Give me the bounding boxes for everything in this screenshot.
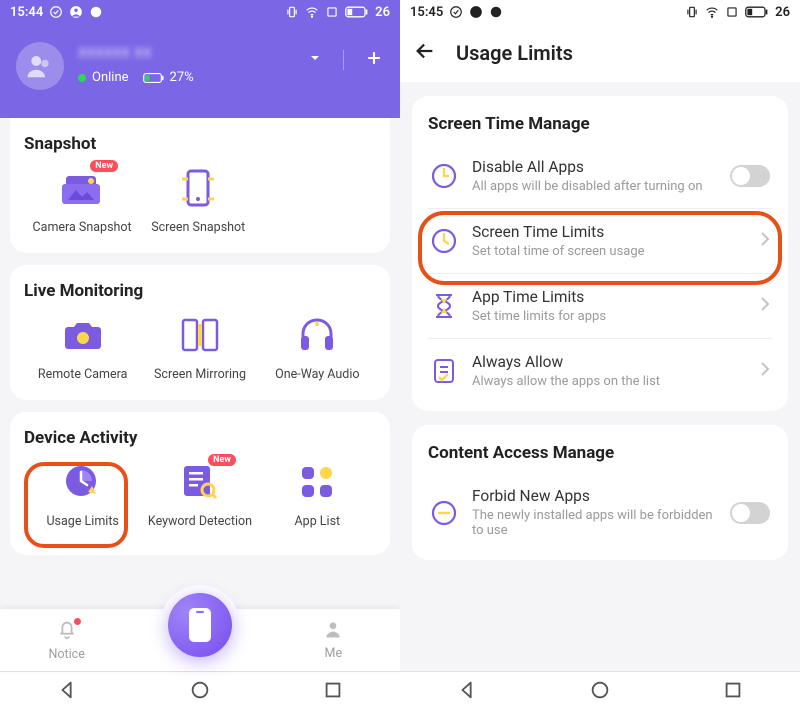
check-circle-icon xyxy=(49,5,63,19)
content-access-heading: Content Access Manage xyxy=(428,443,772,463)
globe-icon xyxy=(489,5,503,19)
android-nav xyxy=(400,671,800,711)
device-info: xxxxxx xx Online 27% xyxy=(78,42,293,85)
vibrate-icon xyxy=(285,5,299,19)
chevron-right-icon xyxy=(760,361,770,381)
tab-notice[interactable]: Notice xyxy=(0,619,133,662)
settings-scroll[interactable]: Screen Time Manage Disable All AppsAll a… xyxy=(400,82,800,671)
device-activity-card: Device Activity Usage Limits New Keyword… xyxy=(10,412,390,555)
screen-mirroring-button[interactable]: Screen Mirroring xyxy=(141,313,258,382)
phone-icon xyxy=(187,606,213,644)
chevron-right-icon xyxy=(760,231,770,251)
back-button[interactable] xyxy=(456,679,478,705)
sim-icon xyxy=(325,5,339,19)
headphones-icon xyxy=(299,318,335,352)
mirroring-icon xyxy=(181,318,219,352)
notification-dot-icon xyxy=(74,618,81,625)
status-right: 26 xyxy=(685,5,790,20)
battery-icon xyxy=(745,5,769,19)
globe-icon xyxy=(89,5,103,19)
snapshot-heading: Snapshot xyxy=(24,134,376,154)
usage-limits-button[interactable]: Usage Limits xyxy=(24,460,141,529)
camera-snapshot-icon xyxy=(62,170,102,206)
back-arrow-button[interactable] xyxy=(414,40,436,66)
status-battery: 26 xyxy=(775,5,790,20)
home-button[interactable] xyxy=(589,679,611,705)
dropdown-button[interactable] xyxy=(307,50,323,70)
check-circle-icon xyxy=(449,5,463,19)
battery-icon xyxy=(345,5,369,19)
page-header: Usage Limits xyxy=(400,24,800,82)
screen-time-limits-row[interactable]: Screen Time LimitsSet total time of scre… xyxy=(428,208,772,273)
page-title: Usage Limits xyxy=(456,41,573,65)
live-monitoring-card: Live Monitoring Remote Camera Screen Mir… xyxy=(10,265,390,400)
app-list-icon xyxy=(300,465,334,499)
device-name: xxxxxx xx xyxy=(78,42,293,62)
status-battery: 26 xyxy=(375,5,390,20)
forbid-icon xyxy=(430,499,458,527)
device-battery: 27% xyxy=(143,70,194,85)
app-time-limits-row[interactable]: App Time LimitsSet time limits for apps xyxy=(428,273,772,338)
disable-all-apps-row[interactable]: Disable All AppsAll apps will be disable… xyxy=(428,144,772,208)
app-list-button[interactable]: App List xyxy=(259,460,376,529)
recent-button[interactable] xyxy=(322,679,344,705)
forbid-apps-toggle[interactable] xyxy=(730,502,770,524)
device-header: xxxxxx xx Online 27% xyxy=(0,24,400,118)
allow-list-icon xyxy=(430,357,458,385)
header-actions xyxy=(307,42,384,72)
snapshot-card: Snapshot New Camera Snapshot Screen Snap… xyxy=(10,118,390,253)
android-nav xyxy=(0,671,400,711)
home-button[interactable] xyxy=(189,679,211,705)
online-status: Online xyxy=(92,70,129,85)
back-button[interactable] xyxy=(56,679,78,705)
live-heading: Live Monitoring xyxy=(24,281,376,301)
device-fab[interactable] xyxy=(168,593,232,657)
tab-me[interactable]: Me xyxy=(267,620,400,661)
status-time: 15:45 xyxy=(410,5,443,20)
content-access-section: Content Access Manage Forbid New AppsThe… xyxy=(412,425,788,560)
clock-limit-icon xyxy=(430,227,458,255)
tab-bar: Notice Device Me xyxy=(0,609,400,671)
add-button[interactable] xyxy=(364,48,384,72)
activity-heading: Device Activity xyxy=(24,428,376,448)
forbid-new-apps-row[interactable]: Forbid New AppsThe newly installed apps … xyxy=(428,473,772,552)
user-circle-icon xyxy=(469,5,483,19)
clock-disable-icon xyxy=(430,162,458,190)
screen-snapshot-icon xyxy=(182,169,214,207)
screen-snapshot-button[interactable]: Screen Snapshot xyxy=(140,166,256,235)
keyword-detection-button[interactable]: New Keyword Detection xyxy=(141,460,258,529)
person-icon xyxy=(323,620,343,640)
keyword-icon xyxy=(182,464,218,500)
new-badge: New xyxy=(208,454,236,466)
user-circle-icon xyxy=(69,5,83,19)
sim-icon xyxy=(725,5,739,19)
camera-snapshot-button[interactable]: New Camera Snapshot xyxy=(24,166,140,235)
screen-time-section: Screen Time Manage Disable All AppsAll a… xyxy=(412,96,788,411)
chevron-right-icon xyxy=(760,296,770,316)
right-screen: 15:45 26 Usage Limits Screen Time Manage… xyxy=(400,0,800,711)
vibrate-icon xyxy=(685,5,699,19)
status-right: 26 xyxy=(285,5,390,20)
remote-camera-button[interactable]: Remote Camera xyxy=(24,313,141,382)
usage-limits-icon xyxy=(64,464,102,500)
avatar[interactable] xyxy=(16,42,64,90)
status-bar: 15:45 26 xyxy=(400,0,800,24)
camera-icon xyxy=(64,319,102,351)
disable-apps-toggle[interactable] xyxy=(730,165,770,187)
online-dot-icon xyxy=(78,74,86,82)
always-allow-row[interactable]: Always AllowAlways allow the apps on the… xyxy=(428,338,772,403)
wifi-icon xyxy=(305,5,319,19)
recent-button[interactable] xyxy=(722,679,744,705)
wifi-icon xyxy=(705,5,719,19)
hourglass-icon xyxy=(430,292,458,320)
new-badge: New xyxy=(90,160,118,172)
screen-time-heading: Screen Time Manage xyxy=(428,114,772,134)
status-bar: 15:44 26 xyxy=(0,0,400,24)
main-scroll[interactable]: Snapshot New Camera Snapshot Screen Snap… xyxy=(0,118,400,609)
one-way-audio-button[interactable]: One-Way Audio xyxy=(259,313,376,382)
status-time: 15:44 xyxy=(10,5,43,20)
left-screen: 15:44 26 xxxxxx xx Online 27% xyxy=(0,0,400,711)
